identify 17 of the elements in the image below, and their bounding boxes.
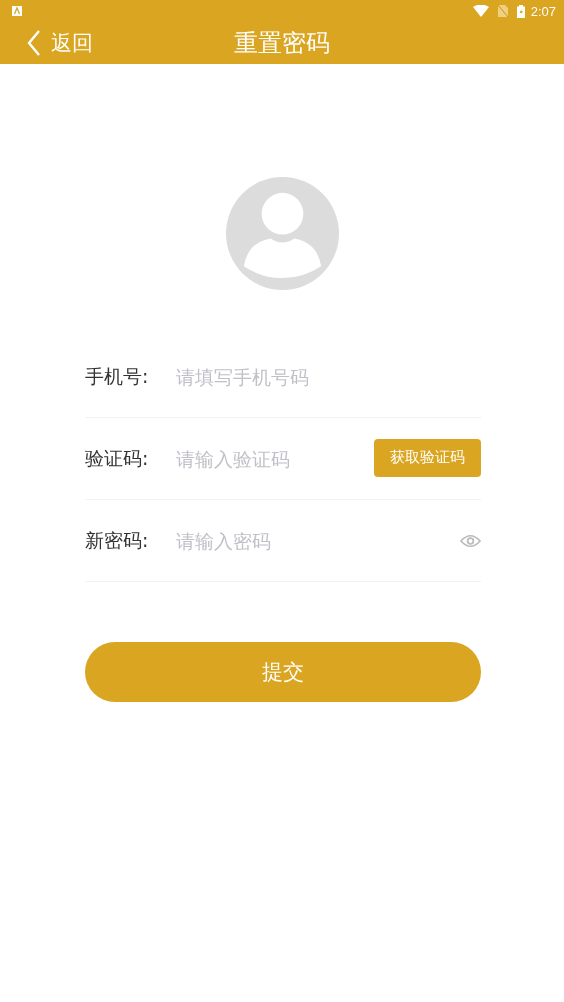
notification-icon: [12, 6, 22, 16]
code-field[interactable]: 请输入验证码: [176, 447, 374, 470]
status-time: 2:07: [530, 3, 556, 19]
page-title: 重置密码: [234, 28, 330, 59]
battery-icon: [516, 4, 525, 18]
field-label: 手机号:: [85, 363, 150, 389]
avatar-icon: [225, 177, 339, 290]
submit-button[interactable]: 提交: [85, 642, 481, 702]
password-field[interactable]: 请输入密码: [176, 529, 460, 552]
wifi-icon: [472, 5, 489, 17]
chevron-left-icon: [27, 30, 41, 56]
phone-field[interactable]: 请填写手机号码: [176, 365, 481, 388]
field-label: 新密码:: [85, 527, 150, 553]
eye-icon[interactable]: [460, 533, 481, 548]
back-button[interactable]: 返回: [0, 29, 93, 57]
field-label: 验证码:: [85, 445, 150, 471]
get-code-button[interactable]: 获取验证码: [374, 438, 481, 477]
